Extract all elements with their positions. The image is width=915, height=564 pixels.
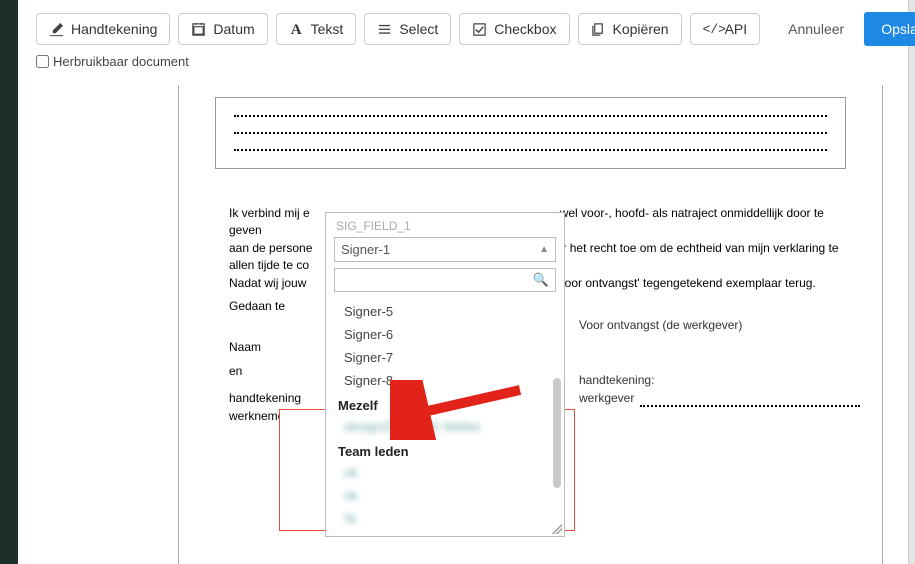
signer-option[interactable]: St [326,507,564,530]
dark-sidebar-strip [0,0,18,564]
signature-button[interactable]: Handtekening [36,13,170,45]
para-frag: allen tijde te co [229,258,309,272]
signer-option[interactable]: Signer-7 [326,346,564,369]
main-panel: Handtekening Datum A Tekst Select Checkb… [18,0,909,564]
save-button[interactable]: Opslaan [864,12,915,46]
signer-selected-value: Signer-1 [341,242,390,257]
signer-option[interactable]: oksign20220010 Stefan [326,415,564,438]
para-frag: r het recht toe om de echtheid van mijn … [562,241,838,255]
para-frag: Nadat wij jouw [229,276,306,290]
para-frag: 'voor ontvangst' tegengetekend exemplaar… [556,276,815,290]
group-team: Team leden [326,438,564,461]
calendar-icon [191,22,206,37]
dotted-line [234,149,827,151]
right-column: Voor ontvangst (de werkgever) handtekeni… [579,317,860,407]
reusable-row: Herbruikbaar document [18,50,908,79]
group-mezelf: Mezelf [326,392,564,415]
signer-select[interactable]: Signer-1 ▲ [334,237,556,262]
signer-search-input[interactable] [341,273,533,288]
api-button[interactable]: </> API [690,13,761,45]
text-label: Tekst [311,21,344,37]
date-label: Datum [213,21,254,37]
label-handtek-wg1: handtekening: [579,373,654,387]
search-icon: 🔍 [533,272,549,288]
signature-label: Handtekening [71,21,157,37]
checkbox-icon [472,22,487,37]
date-button[interactable]: Datum [178,13,267,45]
list-icon [377,22,392,37]
scrollbar-track [909,0,915,564]
dotted-header-box [215,97,846,169]
para-frag: Ik verbind mij e [229,206,310,220]
signer-dropdown-panel: SIG_FIELD_1 Signer-1 ▲ 🔍 Signer-5 Signer… [325,212,565,537]
copy-icon [591,22,606,37]
checkbox-label: Checkbox [494,21,556,37]
signer-option[interactable]: Signer-5 [326,300,564,323]
signer-option[interactable]: ok [326,461,564,484]
resize-handle-icon[interactable] [552,524,562,534]
signer-search-box: 🔍 [334,268,556,292]
copy-label: Kopiëren [613,21,669,37]
dotted-fill [640,395,860,407]
select-label: Select [399,21,438,37]
signer-option[interactable]: ok [326,484,564,507]
para-frag: aan de persone [229,241,312,255]
label-voor-ontvangst: Voor ontvangst (de werkgever) [579,317,860,334]
reusable-checkbox[interactable] [36,55,49,68]
font-icon: A [289,22,304,37]
select-button[interactable]: Select [364,13,451,45]
label-handtek-wg2: werkgever [579,390,634,407]
chevron-up-icon: ▲ [539,244,549,255]
pencil-square-icon [49,22,64,37]
checkbox-button[interactable]: Checkbox [459,13,569,45]
copy-button[interactable]: Kopiëren [578,13,682,45]
toolbar: Handtekening Datum A Tekst Select Checkb… [18,0,908,50]
dotted-line [234,115,827,117]
field-id-label: SIG_FIELD_1 [326,213,564,235]
code-icon: </> [703,22,718,37]
signer-option[interactable]: Signer-8 [326,369,564,392]
api-label: API [725,21,748,37]
signer-option-list[interactable]: Signer-5 Signer-6 Signer-7 Signer-8 Meze… [326,298,564,536]
reusable-label: Herbruikbaar document [53,54,189,69]
text-button[interactable]: A Tekst [276,13,357,45]
signer-option[interactable]: Signer-6 [326,323,564,346]
cancel-button[interactable]: Annuleer [776,14,856,44]
dotted-line [234,132,827,134]
dropdown-scrollbar[interactable] [553,378,561,488]
label-handtek-wn1: handtekening [229,391,301,405]
